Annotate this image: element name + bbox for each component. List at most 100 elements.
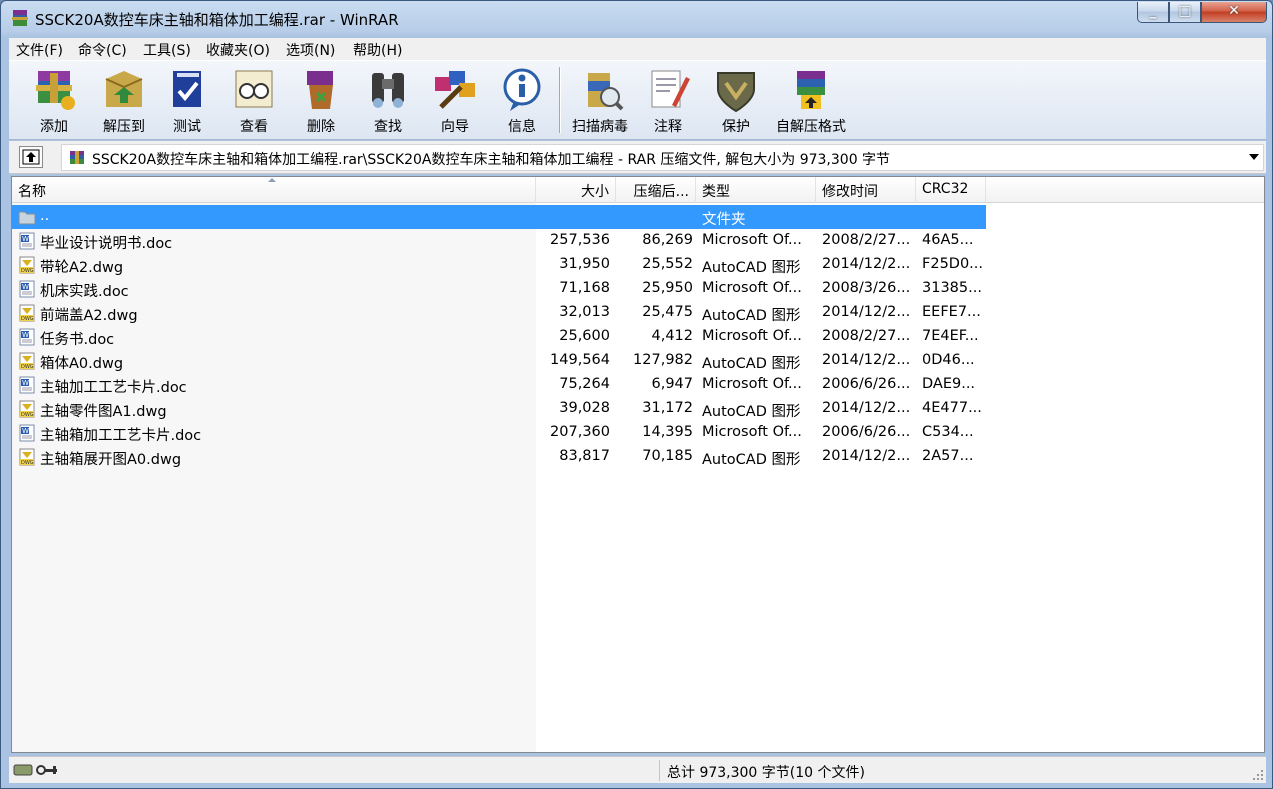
file-row[interactable]: DWG 带轮A2.dwg 31,950 25,552 AutoCAD 图形 2014/12…: [12, 253, 986, 277]
address-bar: SSCK20A数控车床主轴和箱体加工编程.rar\SSCK20A数控车床主轴和箱…: [9, 141, 1266, 174]
svg-text:W: W: [22, 379, 29, 387]
file-row[interactable]: DWG 主轴零件图A1.dwg 39,028 31,172 AutoCAD 图形 2014…: [12, 397, 986, 421]
column-header-name[interactable]: 名称: [12, 177, 536, 203]
info-icon: [503, 68, 541, 111]
toolbar-delete-button[interactable]: 删除: [289, 65, 353, 137]
status-bar: 总计 973,300 字节(10 个文件): [9, 756, 1266, 783]
toolbar-virus-scan-button[interactable]: 扫描病毒: [565, 65, 635, 137]
parent-folder-icon: [18, 211, 36, 225]
file-row[interactable]: DWG 主轴箱展开图A0.dwg 83,817 70,185 AutoCAD 图形 201…: [12, 445, 986, 469]
file-name: ..: [40, 208, 50, 224]
word-document-icon: W: [19, 424, 35, 442]
file-row[interactable]: W 机床实践.doc 71,168 25,950 Microsoft Of... 2008…: [12, 277, 986, 301]
window-title: SSCK20A数控车床主轴和箱体加工编程.rar - WinRAR: [35, 11, 399, 29]
autocad-drawing-icon: DWG: [19, 352, 35, 370]
file-size: 75,264: [559, 376, 610, 392]
toolbar-info-label: 信息: [508, 119, 536, 135]
winrar-window: SSCK20A数控车床主轴和箱体加工编程.rar - WinRAR _ □ ✕ …: [0, 0, 1273, 789]
file-name: 毕业设计说明书.doc: [40, 236, 173, 252]
file-packed-size: 25,475: [642, 304, 693, 320]
svg-text:W: W: [22, 331, 29, 339]
file-crc32: 31385...: [922, 280, 982, 296]
minimize-button[interactable]: _: [1137, 2, 1169, 23]
toolbar-protect-button[interactable]: 保护: [703, 65, 769, 137]
close-button[interactable]: ✕: [1201, 2, 1267, 23]
file-modified: 2014/12/2...: [822, 256, 911, 272]
delete-icon: [307, 71, 333, 109]
up-folder-button[interactable]: [19, 146, 43, 168]
toolbar-test-label: 测试: [173, 119, 201, 135]
file-type: Microsoft Of...: [702, 376, 802, 392]
file-row[interactable]: W 任务书.doc 25,600 4,412 Microsoft Of... 2008/2…: [12, 325, 986, 349]
toolbar-protect-label: 保护: [722, 119, 750, 135]
toolbar-sfx-button[interactable]: 自解压格式: [771, 65, 851, 137]
word-document-icon: W: [19, 328, 35, 346]
toolbar-delete-label: 删除: [307, 119, 335, 135]
column-header-size[interactable]: 大小: [536, 177, 616, 203]
file-crc32: 7E4EF...: [922, 328, 979, 344]
maximize-button[interactable]: □: [1169, 2, 1201, 23]
column-header-packed[interactable]: 压缩后...: [616, 177, 696, 203]
file-type: AutoCAD 图形: [702, 308, 801, 324]
file-type: Microsoft Of...: [702, 328, 802, 344]
file-list-header: 名称 大小 压缩后... 类型 修改时间 CRC32: [12, 177, 1264, 203]
menu-help[interactable]: 帮助(H): [353, 40, 402, 60]
file-type: Microsoft Of...: [702, 280, 802, 296]
file-row[interactable]: W 毕业设计说明书.doc 257,536 86,269 Microsoft Of...…: [12, 229, 986, 253]
menu-file[interactable]: 文件(F): [16, 40, 63, 60]
svg-text:DWG: DWG: [21, 316, 34, 322]
toolbar-comment-button[interactable]: 注释: [637, 65, 699, 137]
file-name: 带轮A2.dwg: [40, 260, 124, 276]
address-field[interactable]: SSCK20A数控车床主轴和箱体加工编程.rar\SSCK20A数控车床主轴和箱…: [61, 144, 1264, 171]
close-icon: ✕: [1228, 3, 1240, 19]
file-row[interactable]: DWG 前端盖A2.dwg 32,013 25,475 AutoCAD 图形 2014/1…: [12, 301, 986, 325]
parent-folder-row[interactable]: .. 文件夹: [12, 205, 986, 229]
menu-tools[interactable]: 工具(S): [143, 40, 191, 60]
toolbar-separator: [559, 67, 561, 133]
file-size: 83,817: [559, 448, 610, 464]
column-header-type[interactable]: 类型: [696, 177, 816, 203]
svg-text:W: W: [22, 283, 29, 291]
file-crc32: DAE9...: [922, 376, 976, 392]
toolbar-test-button[interactable]: 测试: [159, 65, 215, 137]
column-header-modified[interactable]: 修改时间: [816, 177, 916, 203]
address-dropdown-icon[interactable]: [1249, 154, 1259, 160]
file-row[interactable]: W 主轴箱加工工艺卡片.doc 207,360 14,395 Microsoft Of.…: [12, 421, 986, 445]
resize-grip-icon[interactable]: [1252, 769, 1264, 781]
menu-favorites[interactable]: 收藏夹(O): [206, 40, 270, 60]
file-size: 32,013: [559, 304, 610, 320]
file-crc32: 0D46...: [922, 352, 975, 368]
toolbar-find-button[interactable]: 查找: [355, 65, 421, 137]
file-row[interactable]: W 主轴加工工艺卡片.doc 75,264 6,947 Microsoft Of... 2…: [12, 373, 986, 397]
toolbar-view-label: 查看: [240, 119, 268, 135]
maximize-icon: □: [1178, 3, 1192, 19]
file-type: AutoCAD 图形: [702, 260, 801, 276]
title-bar[interactable]: SSCK20A数控车床主轴和箱体加工编程.rar - WinRAR _ □ ✕: [1, 1, 1272, 37]
toolbar-extract-to-button[interactable]: 解压到: [89, 65, 159, 137]
menu-commands[interactable]: 命令(C): [78, 40, 127, 60]
svg-text:DWG: DWG: [21, 364, 34, 370]
file-size: 39,028: [559, 400, 610, 416]
toolbar-info-button[interactable]: 信息: [491, 65, 553, 137]
toolbar-add-button[interactable]: 添加: [19, 65, 89, 137]
toolbar: 添加 解压到 测试 查看 删除 查找 向导 信息 扫描病毒 注释 保护 自解压格…: [9, 60, 1266, 140]
file-packed-size: 31,172: [642, 400, 693, 416]
file-modified: 2006/6/26...: [822, 424, 911, 440]
file-size: 25,600: [559, 328, 610, 344]
drive-key-icon: [13, 764, 57, 776]
file-type: 文件夹: [702, 212, 746, 228]
winrar-app-icon[interactable]: [10, 9, 30, 29]
file-type: Microsoft Of...: [702, 232, 802, 248]
file-list[interactable]: 名称 大小 压缩后... 类型 修改时间 CRC32 .. 文件夹 W 毕业设计说明书…: [11, 176, 1265, 753]
file-row[interactable]: DWG 箱体A0.dwg 149,564 127,982 AutoCAD 图形 2014/…: [12, 349, 986, 373]
find-icon: [372, 73, 404, 108]
toolbar-view-button[interactable]: 查看: [223, 65, 285, 137]
toolbar-virus-scan-label: 扫描病毒: [572, 119, 628, 135]
svg-text:DWG: DWG: [21, 268, 34, 274]
toolbar-wizard-button[interactable]: 向导: [423, 65, 487, 137]
menu-options[interactable]: 选项(N): [286, 40, 335, 60]
extract-to-icon: [105, 71, 143, 107]
file-packed-size: 127,982: [633, 352, 693, 368]
column-header-crc32[interactable]: CRC32: [916, 177, 986, 203]
autocad-drawing-icon: DWG: [19, 400, 35, 418]
